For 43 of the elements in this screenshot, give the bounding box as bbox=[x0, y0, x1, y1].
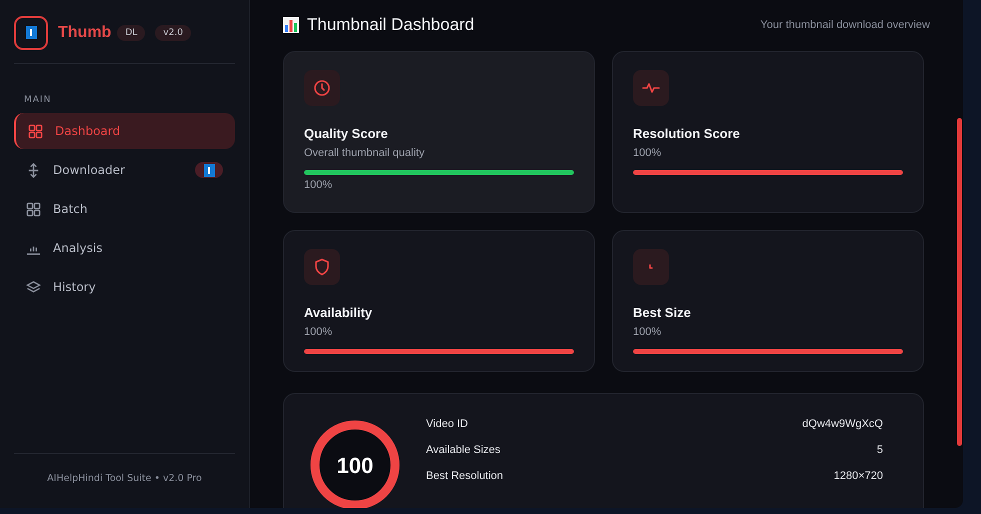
grid-icon bbox=[26, 202, 41, 216]
score-ring: 100 bbox=[310, 420, 400, 508]
section-label: MAIN bbox=[24, 95, 52, 105]
card-title: Resolution Score bbox=[633, 126, 741, 141]
shield-icon bbox=[304, 249, 340, 285]
page-title: Thumbnail Dashboard bbox=[307, 15, 474, 35]
card-title: Quality Score bbox=[304, 126, 389, 141]
percent-reading: 100% bbox=[633, 326, 662, 338]
sidebar-item-label: History bbox=[53, 280, 96, 294]
sidebar-item[interactable]: History bbox=[14, 269, 235, 305]
sidebar-item[interactable]: Analysis bbox=[14, 230, 235, 266]
info-label: Available Sizes bbox=[426, 444, 500, 456]
card-title: Best Size bbox=[633, 305, 692, 320]
sidebar-item[interactable]: Batch bbox=[14, 191, 235, 227]
card-subtitle: Overall thumbnail quality bbox=[304, 147, 426, 159]
card-title: Availability bbox=[304, 305, 374, 320]
info-value: 5 bbox=[876, 444, 883, 456]
info-value: dQw4w9WgXcQ bbox=[802, 418, 883, 430]
percent-reading: 100% bbox=[304, 326, 334, 338]
chart-icon bbox=[283, 17, 299, 33]
logo-icon bbox=[14, 16, 48, 50]
pulse-icon bbox=[633, 70, 669, 106]
clock-icon bbox=[304, 70, 340, 106]
footer-text: AIHelpHindi Tool Suite • v2.0 Pro bbox=[47, 472, 202, 484]
info-value: 1280×720 bbox=[834, 470, 883, 482]
sidebar-item[interactable]: Downloader bbox=[14, 152, 235, 188]
scrollbar[interactable] bbox=[957, 118, 962, 446]
sidebar-item-label: Batch bbox=[53, 202, 88, 216]
info-label: Best Resolution bbox=[426, 470, 504, 482]
sidebar-item-label: Downloader bbox=[53, 163, 125, 177]
page-subtitle: Your thumbnail download overview bbox=[760, 19, 930, 31]
brand-name: Thumb bbox=[58, 24, 112, 42]
version-badge: v2.0 bbox=[155, 24, 191, 40]
arrows-icon bbox=[26, 162, 41, 178]
sidebar-item-label: Dashboard bbox=[55, 124, 120, 138]
grid-icon bbox=[28, 124, 43, 138]
sidebar-item-label: Analysis bbox=[53, 241, 102, 255]
sidebar-item[interactable]: Dashboard bbox=[14, 113, 235, 149]
layers-icon bbox=[26, 280, 41, 294]
info-label: Video ID bbox=[426, 418, 468, 430]
percent-reading: 100% bbox=[304, 179, 334, 191]
brand-tag: DL bbox=[117, 24, 146, 40]
percent-reading: 100% bbox=[633, 147, 662, 159]
